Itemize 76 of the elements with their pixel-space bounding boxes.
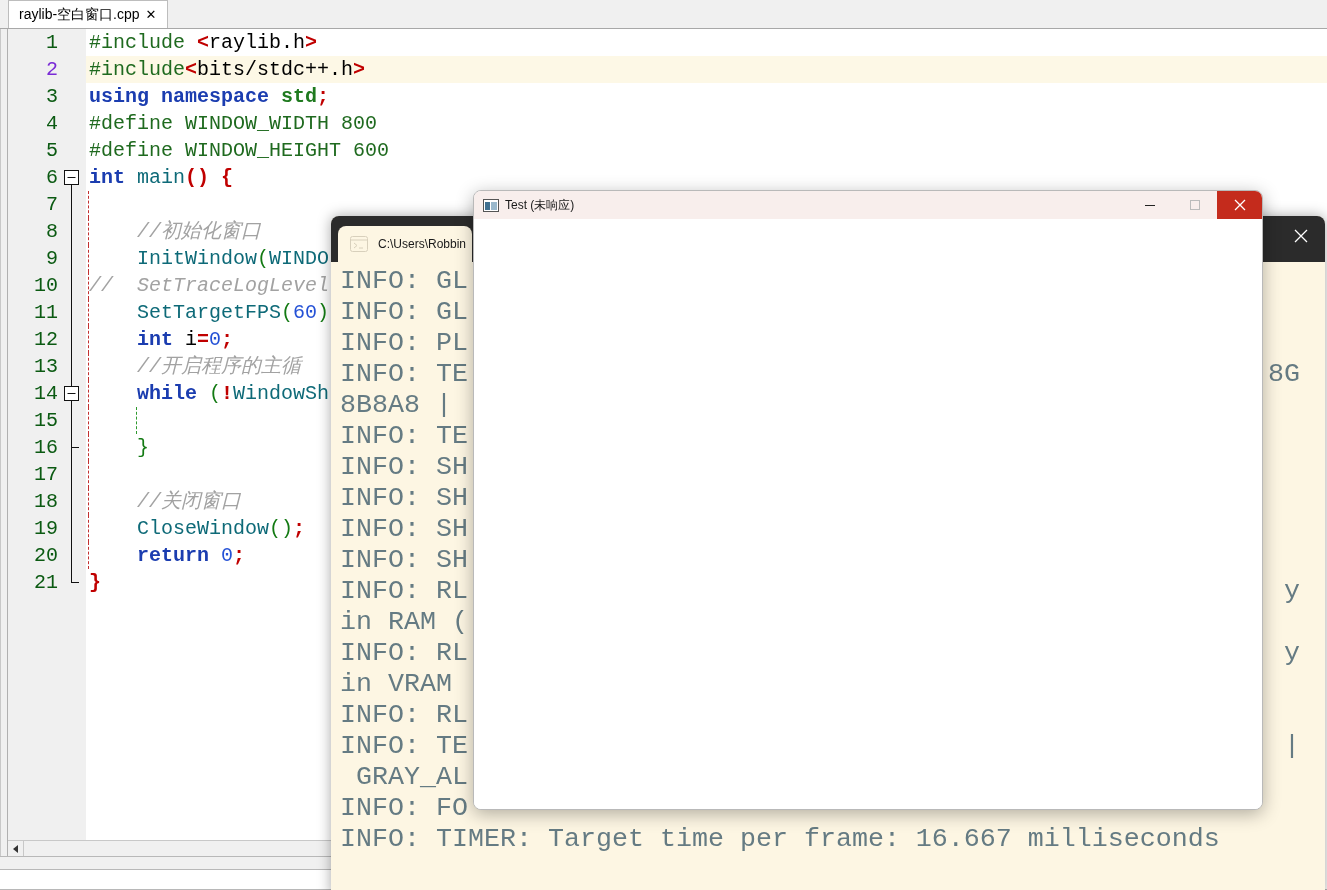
console-line: y <box>1284 638 1300 669</box>
console-line: INFO: TE <box>340 731 468 762</box>
line-number: 12 <box>33 327 59 353</box>
line-number: 9 <box>45 246 59 272</box>
window-title: Test (未响应) <box>505 197 576 214</box>
console-line: INFO: TIMER: Target time per frame: 16.667 milliseconds <box>340 824 1220 855</box>
console-tab[interactable]: C:\Users\Robbin <box>338 226 472 262</box>
left-arrow-icon <box>12 844 19 853</box>
maximize-icon <box>1189 200 1200 210</box>
line-number: 11 <box>33 300 59 326</box>
line-number: 19 <box>33 516 59 542</box>
console-line: INFO: TE <box>340 421 468 452</box>
code-line: // SetTraceLogLevel <box>89 274 330 297</box>
console-line: in RAM ( <box>340 607 468 638</box>
code-line: while (!WindowSh <box>137 382 330 405</box>
close-icon <box>1293 228 1309 244</box>
terminal-icon <box>350 236 368 252</box>
close-button[interactable] <box>1293 228 1309 244</box>
code-line: //初始化窗口 <box>137 220 262 243</box>
code-line: //关闭窗口 <box>137 490 242 513</box>
console-line: INFO: TE <box>340 359 468 390</box>
close-icon <box>1233 199 1246 211</box>
console-line: | <box>1284 731 1300 762</box>
line-number: 14 <box>33 381 59 407</box>
console-line: INFO: SH <box>340 545 468 576</box>
code-line: int i=0; <box>137 328 234 351</box>
line-number: 21 <box>33 570 59 596</box>
console-line: y <box>1284 576 1300 607</box>
console-line: INFO: RL <box>340 700 468 731</box>
code-line: //开启程序的主循 <box>137 355 302 378</box>
code-line: #include <raylib.h> <box>89 31 318 54</box>
collapse-icon[interactable] <box>64 386 79 401</box>
collapse-icon[interactable] <box>64 170 79 185</box>
code-line: SetTargetFPS(60) <box>137 301 330 324</box>
code-line: } <box>137 436 150 459</box>
console-line: 8B8A8 | <box>340 390 452 421</box>
console-line: GRAY_AL <box>355 762 468 793</box>
line-number: 20 <box>33 543 59 569</box>
window-icon <box>483 198 499 212</box>
code-line: using namespace std; <box>89 85 330 108</box>
code-line: InitWindow(WINDO <box>137 247 330 270</box>
code-line: return 0; <box>137 544 246 567</box>
console-line: INFO: SH <box>340 452 468 483</box>
line-number: 8 <box>45 219 59 245</box>
close-tab-button[interactable]: ✕ <box>145 4 157 25</box>
horizontal-scrollbar[interactable] <box>8 840 331 856</box>
file-tab[interactable]: raylib-空白窗口.cpp ✕ <box>8 0 168 28</box>
line-number: 16 <box>33 435 59 461</box>
line-number: 18 <box>33 489 59 515</box>
line-number: 4 <box>45 111 59 137</box>
console-line: INFO: SH <box>340 483 468 514</box>
code-line: } <box>89 571 101 594</box>
console-line: INFO: FO <box>340 793 468 824</box>
console-line: INFO: RL <box>340 638 468 669</box>
line-number: 2 <box>45 57 59 83</box>
line-number: 13 <box>33 354 59 380</box>
line-number: 1 <box>45 30 59 56</box>
code-line: #define WINDOW_WIDTH 800 <box>89 112 378 135</box>
console-line: INFO: PL <box>340 328 468 359</box>
console-line: INFO: GL <box>340 266 468 297</box>
line-number: 10 <box>33 273 59 299</box>
console-line: 8G <box>1268 359 1300 390</box>
line-number: 5 <box>45 138 59 164</box>
code-line: CloseWindow(); <box>137 517 306 540</box>
line-number: 17 <box>33 462 59 488</box>
line-number: 7 <box>45 192 59 218</box>
line-number: 6 <box>45 165 59 191</box>
console-line: INFO: GL <box>340 297 468 328</box>
code-line: int main() { <box>89 166 234 189</box>
line-number: 15 <box>33 408 59 434</box>
console-line: INFO: RL <box>340 576 468 607</box>
code-line: #define WINDOW_HEIGHT 600 <box>89 139 390 162</box>
console-line: in VRAM <box>340 669 452 700</box>
code-line: #include<bits/stdc++.h> <box>89 58 366 81</box>
console-line: INFO: SH <box>340 514 468 545</box>
line-number: 3 <box>45 84 59 110</box>
